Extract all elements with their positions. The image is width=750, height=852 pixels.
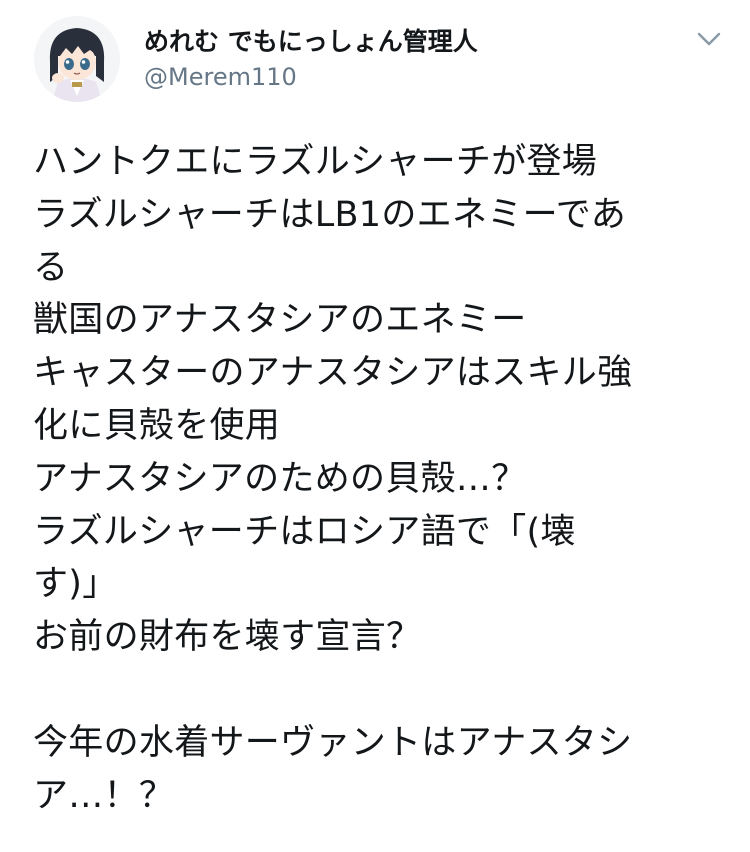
tweet-line: ラズルシャーチはロシア語で「(壊 <box>33 511 576 552</box>
user-names: めれむ でもにっしょん管理人 @Merem110 <box>144 26 664 94</box>
chevron-down-icon <box>697 32 721 46</box>
display-name[interactable]: めれむ でもにっしょん管理人 <box>144 26 664 58</box>
tweet-text: ハントクエにラズルシャーチが登場 ラズルシャーチはLB1のエネミーであ る 獣国… <box>33 136 723 822</box>
user-handle[interactable]: @Merem110 <box>144 60 664 94</box>
tweet-header: めれむ でもにっしょん管理人 @Merem110 <box>34 16 724 106</box>
tweet-line: す)」 <box>33 564 118 605</box>
tweet-line: ハントクエにラズルシャーチが登場 <box>33 142 598 182</box>
tweet-line: ア…！？ <box>33 775 175 816</box>
tweet-line: 化に貝殻を使用 <box>33 405 281 446</box>
tweet-line: 獣国のアナスタシアのエネミー <box>33 300 527 341</box>
tweet-line: キャスターのアナスタシアはスキル強 <box>33 353 633 394</box>
tweet-line: アナスタシアのための貝殻…？ <box>33 458 527 499</box>
tweet-line: 今年の水着サーヴァントはアナスタシ <box>33 722 633 763</box>
tweet-line: お前の財布を壊す宣言？ <box>33 617 422 658</box>
tweet-line: ラズルシャーチはLB1のエネミーであ <box>33 194 627 235</box>
tweet-menu-button[interactable] <box>694 24 724 54</box>
avatar-icon <box>34 16 120 102</box>
avatar[interactable] <box>34 16 120 102</box>
tweet-card: めれむ でもにっしょん管理人 @Merem110 ハントクエにラズルシャーチが登… <box>0 0 750 852</box>
tweet-line: る <box>33 247 69 288</box>
